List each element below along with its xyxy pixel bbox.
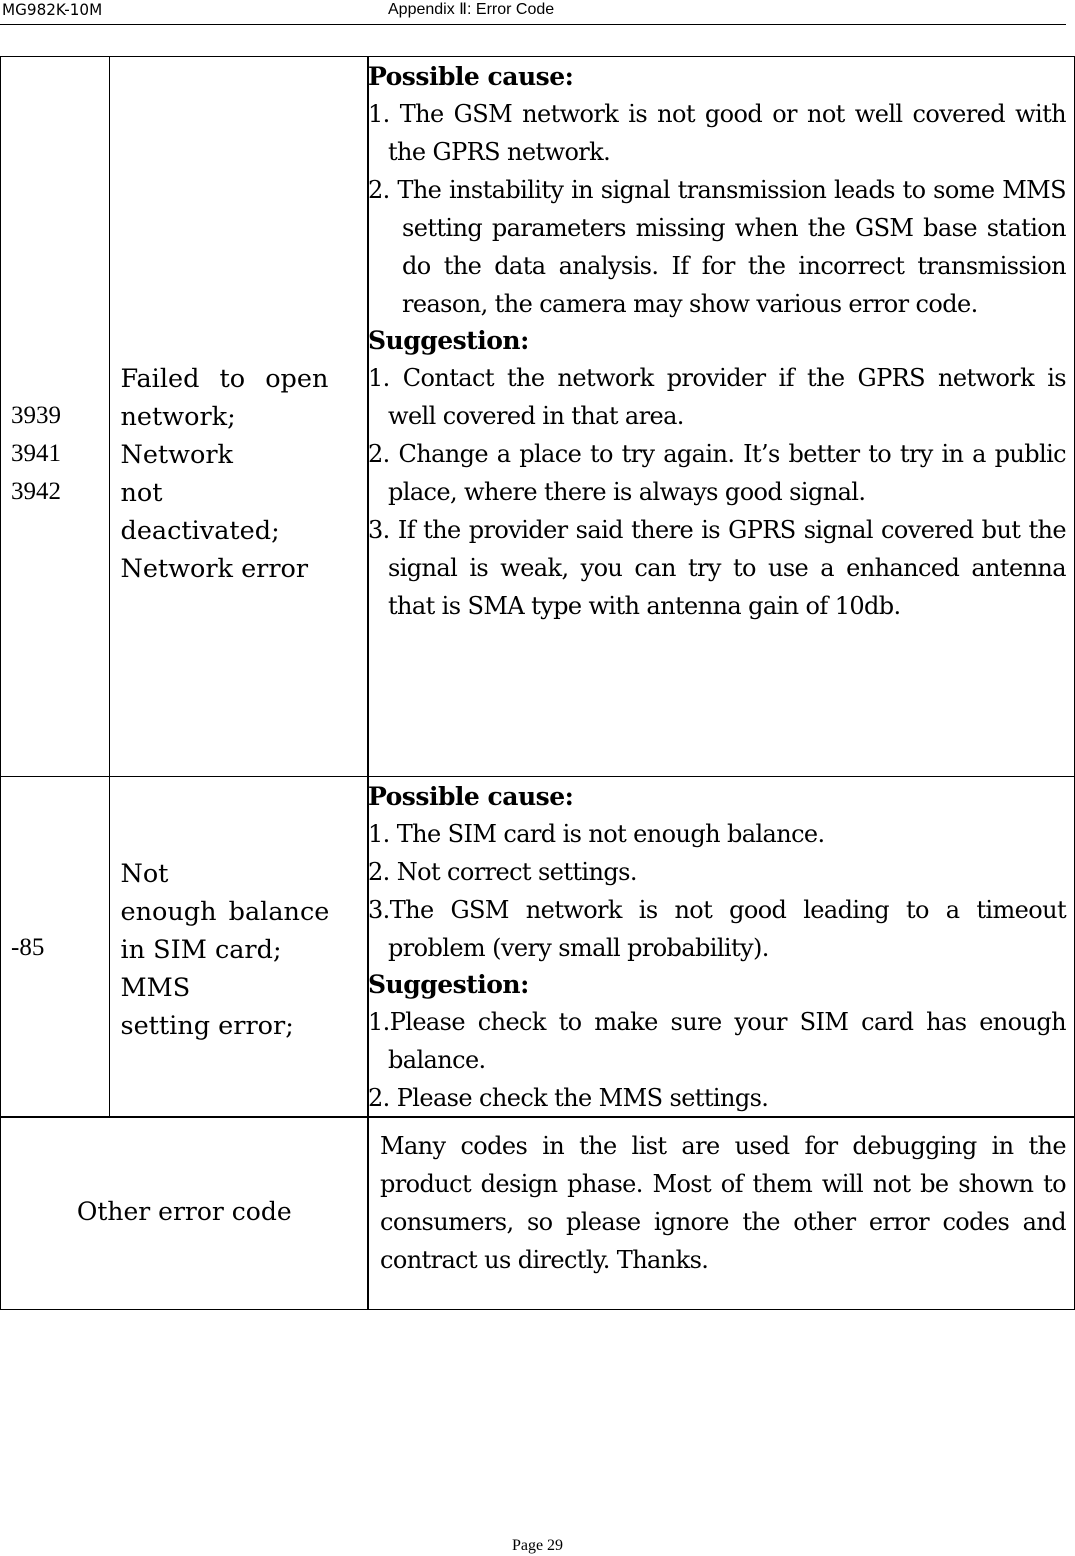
error-description-cell: Failed to open network; Network not deac…: [108, 56, 369, 777]
page-number: Page 29: [511, 1537, 564, 1554]
suggestion-item: 1.Please check to make sure your SIM car…: [368, 1007, 1067, 1074]
cause-suggestion-cell: Possible cause: 1. The GSM network is no…: [367, 56, 1075, 777]
possible-cause-item: 1. The GSM network is not good or not we…: [368, 100, 1067, 166]
description-line: Failed to open: [121, 360, 358, 398]
other-error-note: Many codes in the list are used for debu…: [380, 1132, 1067, 1274]
error-code-table: 3939 3941 3942 Failed to open network; N…: [0, 56, 1075, 1310]
description-line: Not: [120, 858, 169, 889]
suggestion-item: 3. If the provider said there is GPRS si…: [368, 516, 1067, 620]
description-line: in SIM card;: [120, 934, 282, 965]
other-error-label-cell: Other error code: [0, 1116, 369, 1310]
section-title: Appendix Ⅱ: Error Code: [388, 1, 555, 18]
description-text: Failed to open: [120, 364, 329, 394]
description-line: not: [120, 478, 163, 508]
header-divider: [0, 24, 1066, 25]
suggestion-item: 2. Please check the MMS settings.: [368, 1083, 769, 1112]
error-code: 3941: [11, 440, 61, 467]
document-model: MG982K-10M: [2, 0, 103, 19]
description-line: MMS: [120, 972, 191, 1003]
error-code: 3942: [11, 478, 61, 505]
suggestion-heading: Suggestion:: [368, 326, 529, 355]
cause-suggestion-cell: Possible cause: 1. The SIM card is not e…: [367, 775, 1075, 1118]
suggestion-item: 2. Change a place to try again. It’s bet…: [368, 440, 1067, 506]
description-line: deactivated;: [120, 516, 280, 546]
possible-cause-heading: Possible cause:: [368, 781, 574, 811]
possible-cause-item: 2. Not correct settings.: [368, 857, 637, 886]
description-line: setting error;: [120, 1010, 294, 1041]
error-code-cell: -85: [0, 775, 110, 1118]
description-line: network;: [120, 402, 236, 432]
error-code: -85: [11, 933, 45, 961]
suggestion-heading: Suggestion:: [368, 969, 529, 999]
possible-cause-item: 2. The instability in signal transmissio…: [368, 176, 1067, 318]
error-code: 3939: [11, 402, 61, 429]
possible-cause-heading: Possible cause:: [368, 62, 574, 91]
possible-cause-item: 3.The GSM network is not good leading to…: [368, 895, 1067, 962]
error-code-cell: 3939 3941 3942: [0, 56, 110, 777]
error-description-cell: Not enough balance in SIM card; MMS sett…: [108, 775, 369, 1118]
description-line: enough balance: [120, 896, 330, 927]
description-line: Network error: [120, 554, 309, 584]
other-error-label: Other error code: [76, 1197, 292, 1226]
description-line: Network: [120, 440, 233, 470]
other-error-note-cell: Many codes in the list are used for debu…: [367, 1116, 1075, 1310]
possible-cause-item: 1. The SIM card is not enough balance.: [368, 819, 825, 848]
suggestion-item: 1. Contact the network provider if the G…: [368, 364, 1067, 430]
